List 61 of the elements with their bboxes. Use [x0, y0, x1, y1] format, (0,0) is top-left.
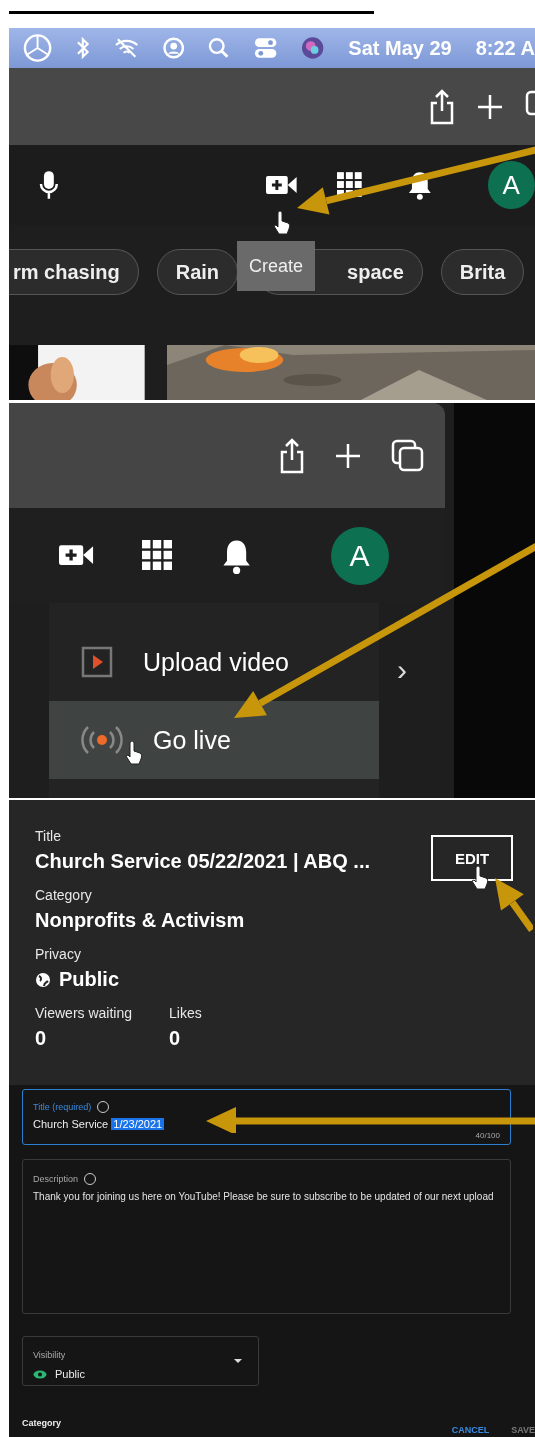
- hand-cursor-icon: [125, 741, 143, 765]
- dialog-button[interactable]: SAVE: [511, 1425, 535, 1435]
- user-circle-icon[interactable]: [162, 37, 185, 59]
- bell-icon[interactable]: [406, 170, 433, 200]
- wifi-off-icon[interactable]: [113, 37, 139, 59]
- aperture-icon[interactable]: [23, 33, 53, 63]
- play-box-icon: [81, 646, 113, 678]
- field-value: Church Service 1/23/2021: [33, 1118, 165, 1130]
- field-label: Category: [35, 887, 93, 903]
- menu-item[interactable]: Go live: [49, 701, 379, 779]
- menu-item[interactable]: Upload video: [49, 623, 379, 701]
- avatar[interactable]: A: [487, 161, 535, 209]
- avatar[interactable]: A: [330, 526, 389, 585]
- description-input-field[interactable]: Description Thank you for joining us here on YouTube! Please be sure to subscribe to be updated of our next upload: [22, 1159, 511, 1314]
- field-value: Church Service 05/22/2021 | ABQ ...: [35, 850, 371, 873]
- share-icon[interactable]: [279, 437, 305, 474]
- video-camera-plus-icon[interactable]: [59, 543, 95, 568]
- field-value: Public: [59, 968, 119, 991]
- field-value: Public: [55, 1368, 85, 1380]
- filter-chip[interactable]: Brita: [440, 249, 525, 295]
- field-label: Description: [33, 1173, 97, 1185]
- character-counter: 40/100: [475, 1131, 500, 1140]
- eye-icon: [33, 1369, 47, 1379]
- dialog-button[interactable]: CANCEL: [451, 1425, 490, 1435]
- broadcast-icon: [81, 724, 123, 756]
- menu-bar-date: Sat May 29: [348, 36, 452, 60]
- stat-value: 0: [169, 1027, 182, 1050]
- filter-chip[interactable]: Rain: [156, 249, 239, 295]
- field-value: Nonprofits & Activism: [35, 909, 245, 932]
- tabs-icon[interactable]: [391, 438, 425, 473]
- stat-label: Viewers waiting: [35, 1005, 133, 1021]
- visibility-select[interactable]: Visibility Public: [22, 1336, 259, 1386]
- menu-bar-time: 8:22 A: [475, 36, 535, 60]
- globe-icon: [35, 971, 51, 988]
- microphone-icon[interactable]: [39, 170, 59, 200]
- plus-icon[interactable]: [477, 93, 503, 120]
- stat-value: 0: [35, 1027, 48, 1050]
- field-label: Title (required): [33, 1101, 110, 1113]
- edit-button[interactable]: EDIT: [431, 835, 513, 881]
- pointer-arrow: [495, 878, 533, 933]
- field-label: Visibility: [33, 1350, 66, 1360]
- bluetooth-icon[interactable]: [76, 36, 90, 60]
- filter-chip[interactable]: rm chasing: [9, 249, 139, 295]
- share-icon[interactable]: [429, 88, 455, 125]
- video-camera-plus-icon[interactable]: [266, 174, 298, 196]
- search-icon[interactable]: [208, 37, 230, 59]
- orb-icon[interactable]: [301, 36, 325, 60]
- chevron[interactable]: ›: [397, 653, 407, 687]
- plus-icon[interactable]: [335, 442, 361, 469]
- field-label: Privacy: [35, 946, 82, 962]
- hand-cursor-icon: [471, 866, 489, 890]
- apps-grid-icon[interactable]: [337, 172, 364, 198]
- apps-grid-icon[interactable]: [142, 539, 174, 572]
- field-value: Thank you for joining us here on YouTube! Please be sure to subscribe to be updated of our next upload: [33, 1190, 495, 1204]
- tooltip: Create: [237, 241, 315, 291]
- toggles-icon[interactable]: [253, 36, 277, 60]
- dropdown-caret-icon: [234, 1359, 242, 1363]
- bell-icon[interactable]: [221, 537, 253, 574]
- stat-label: Likes: [169, 1005, 203, 1021]
- section-heading: Category: [22, 1418, 62, 1428]
- field-label: Title: [35, 828, 62, 844]
